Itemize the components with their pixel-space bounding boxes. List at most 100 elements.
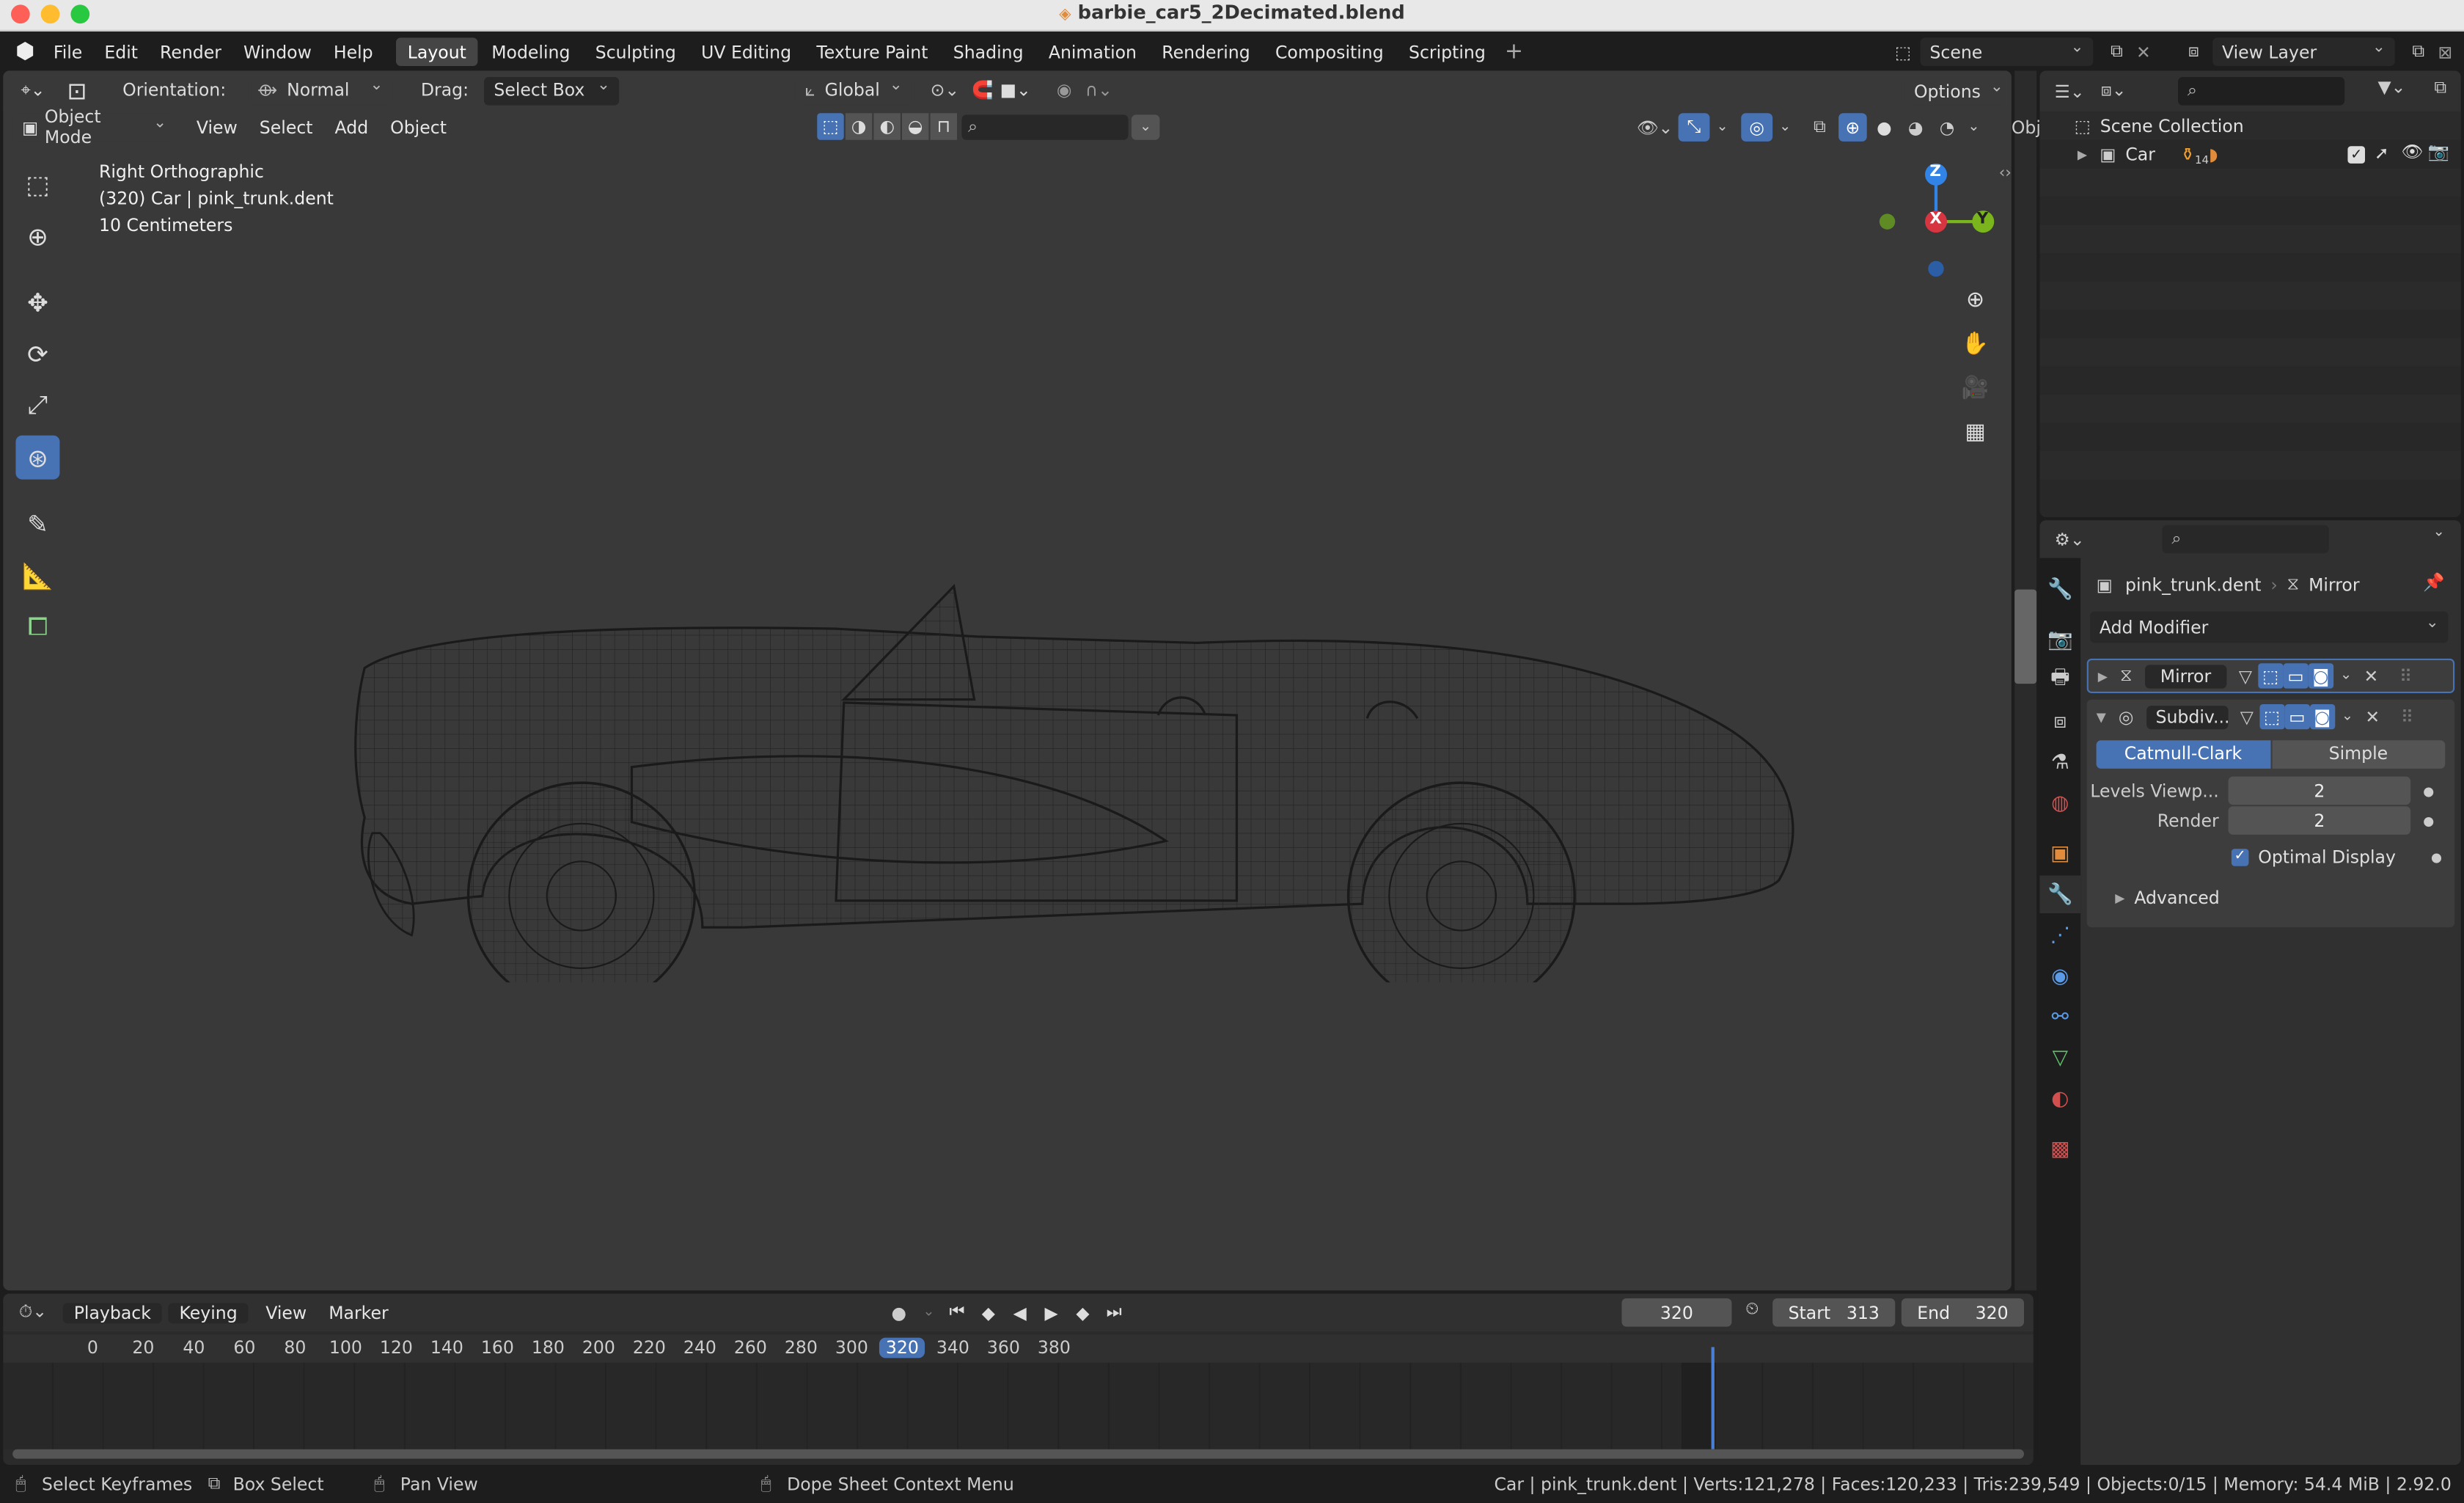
add-workspace-icon[interactable]: + xyxy=(1500,40,1528,65)
play-reverse-icon[interactable]: ◀ xyxy=(1005,1302,1034,1323)
frame-ruler[interactable]: 0 20 40 60 80 100 120 140 160 180 200 220 240 260 280 3… xyxy=(3,1334,2034,1363)
viewport-scroll-handle[interactable] xyxy=(2014,589,2037,684)
new-collection-icon[interactable]: ⧉ xyxy=(2427,77,2455,99)
rendered-shading-icon[interactable]: ◔ xyxy=(1933,113,1962,142)
drag-handle-icon[interactable]: ⠿ xyxy=(2393,663,2418,688)
transform-tool[interactable]: ⊛ xyxy=(15,435,60,480)
current-frame-indicator[interactable]: 320 xyxy=(879,1337,925,1358)
viewport-menu-object[interactable]: Object xyxy=(379,117,458,138)
rotate-tool[interactable]: ⟳ xyxy=(15,332,59,376)
tab-texture-paint[interactable]: Texture Paint xyxy=(805,37,939,66)
current-frame-field[interactable]: 320 xyxy=(1621,1298,1732,1327)
snap-target-icon[interactable]: ■⌄ xyxy=(997,80,1034,100)
properties-search-field[interactable]: ⌕ xyxy=(2162,524,2329,554)
edit-mode-toggle-icon[interactable]: ▽ xyxy=(2233,663,2258,688)
view-layer-selector[interactable]: ⧈ View Layer ⧉ ⊠ xyxy=(2175,37,2458,66)
remove-modifier-icon[interactable]: ✕ xyxy=(2360,704,2385,729)
jump-start-icon[interactable]: ⏮ xyxy=(943,1301,972,1323)
output-tab-icon[interactable]: 🖶 xyxy=(2042,662,2079,699)
tab-modeling[interactable]: Modeling xyxy=(480,37,581,66)
timeline-editor-icon[interactable]: ⏱⌄ xyxy=(10,1301,56,1323)
properties-options-icon[interactable]: ⌄ xyxy=(2427,525,2452,541)
ortho-grid-icon[interactable]: ▦ xyxy=(1957,414,1994,451)
object-tab-icon[interactable]: ▣ xyxy=(2042,835,2079,872)
world-tab-icon[interactable]: ◍ xyxy=(2042,784,2079,822)
area-divider[interactable]: Obj xyxy=(2012,70,2041,1291)
start-frame-field[interactable]: Start 313 xyxy=(1772,1298,1896,1327)
render-camera-icon[interactable]: 📷 xyxy=(2428,142,2449,162)
tab-shading[interactable]: Shading xyxy=(942,37,1035,66)
prev-keyframe-icon[interactable]: ◆ xyxy=(975,1302,1003,1323)
zoom-icon[interactable]: ⊕ xyxy=(1957,282,1994,319)
menu-file[interactable]: File xyxy=(43,42,93,62)
tab-compositing[interactable]: Compositing xyxy=(1264,37,1395,66)
add-cube-tool[interactable]: ⧠ xyxy=(15,605,59,649)
visibility-icon[interactable]: 👁⌄ xyxy=(1635,113,1676,142)
proportional-falloff-icon[interactable]: ∩⌄ xyxy=(1082,80,1116,100)
scene-tab-icon[interactable]: ⚗ xyxy=(2042,744,2079,781)
filter-dropdown-icon[interactable]: ⌄ xyxy=(1131,114,1160,140)
scene-selector[interactable]: ⬚ Scene ⧉ ✕ xyxy=(1885,37,2160,66)
cage-toggle-icon[interactable]: ⬚ xyxy=(2259,704,2285,730)
transform-orientation-dropdown[interactable]: ⟀ Global xyxy=(795,76,912,105)
menu-render[interactable]: Render xyxy=(149,42,232,62)
advanced-subpanel[interactable]: ▶ Advanced xyxy=(2087,883,2454,912)
select-subtract-icon[interactable]: ◐ xyxy=(873,113,901,140)
camera-view-icon[interactable]: 🎥 xyxy=(1957,370,1994,407)
keyframe-dot-icon[interactable]: ● xyxy=(2423,813,2434,827)
blender-logo-icon[interactable]: ⬢ xyxy=(8,40,43,65)
physics-tab-icon[interactable]: ◉ xyxy=(2042,957,2079,995)
cage-toggle-icon[interactable]: ⬚ xyxy=(2258,663,2284,689)
navigation-gizmo[interactable]: Z X Y xyxy=(1870,158,1995,284)
catmull-clark-button[interactable]: Catmull-Clark xyxy=(2096,740,2270,769)
proportional-editing-icon[interactable]: ◉ xyxy=(1047,80,1082,100)
viewport-search-field[interactable]: ⌕ xyxy=(961,114,1129,140)
timeline-menu-marker[interactable]: Marker xyxy=(318,1302,399,1323)
simple-button[interactable]: Simple xyxy=(2271,740,2446,769)
view-layer-tab-icon[interactable]: ⧈ xyxy=(2042,703,2079,740)
modifier-mirror[interactable]: ▶ ⧖ Mirror ▽ ⬚ ▭ ◙ ⌄ ✕ ⠿ xyxy=(2086,658,2455,693)
subdiv-header[interactable]: ▼ ◎ Subdiv... ▽ ⬚ ▭ ◙ ⌄ ✕ ⠿ xyxy=(2087,700,2454,734)
viewport-menu-add[interactable]: Add xyxy=(324,117,380,138)
expand-arrow-icon[interactable]: ▶ xyxy=(2078,147,2087,161)
viewport-toggle-icon[interactable]: ▭ xyxy=(2283,663,2309,689)
xray-toggle-icon[interactable]: ⧉ xyxy=(1804,113,1836,142)
properties-editor-icon[interactable]: ⚙⌄ xyxy=(2046,529,2093,549)
data-tab-icon[interactable]: ▽ xyxy=(2042,1039,2079,1076)
play-icon[interactable]: ▶ xyxy=(1037,1302,1066,1323)
end-frame-field[interactable]: End 320 xyxy=(1901,1298,2024,1327)
gizmo-toggle-icon[interactable]: ⤡ xyxy=(1678,113,1710,142)
timeline-scrollbar[interactable] xyxy=(12,1449,2025,1459)
pin-icon[interactable]: 📌 xyxy=(2423,572,2444,593)
tab-animation[interactable]: Animation xyxy=(1038,37,1148,66)
pivot-point-icon[interactable]: ⊙⌄ xyxy=(921,80,968,100)
subdiv-modifier-name[interactable]: Subdiv... xyxy=(2146,705,2229,729)
particles-tab-icon[interactable]: ⋰ xyxy=(2042,916,2079,954)
drag-handle-icon[interactable]: ⠿ xyxy=(2394,704,2419,729)
overlays-toggle-icon[interactable]: ◎ xyxy=(1741,113,1773,142)
tab-rendering[interactable]: Rendering xyxy=(1151,37,1261,66)
menu-window[interactable]: Window xyxy=(232,42,323,62)
measure-tool[interactable]: 📐 xyxy=(15,553,59,597)
delete-scene-icon[interactable]: ✕ xyxy=(2131,42,2156,62)
optimal-display-checkbox[interactable]: ✓ xyxy=(2231,848,2249,866)
tool-tab-icon[interactable]: 🔧 xyxy=(2042,571,2079,608)
outliner-editor-icon[interactable]: ☰⌄ xyxy=(2046,81,2093,101)
material-preview-icon[interactable]: ◕ xyxy=(1902,113,1930,142)
preview-range-icon[interactable]: ⏲ xyxy=(1738,1298,1767,1320)
material-tab-icon[interactable]: ◐ xyxy=(2042,1080,2079,1117)
select-intersect-icon[interactable]: ⊓ xyxy=(930,113,957,140)
3d-viewport[interactable]: ⌖⌄ ⊡ Orientation: ⟴ Normal Drag: Select B… xyxy=(3,70,2012,1291)
sidebar-toggle-icon[interactable]: ‹› xyxy=(1999,165,2012,183)
orientation-dropdown[interactable]: ⟴ Normal xyxy=(248,76,393,105)
viewport-menu-view[interactable]: View xyxy=(186,117,249,138)
scene-name-field[interactable]: Scene xyxy=(1920,37,2094,66)
tab-scripting[interactable]: Scripting xyxy=(1398,37,1497,66)
select-box-tool[interactable]: ⬚ xyxy=(15,162,59,206)
select-invert-icon[interactable]: ◒ xyxy=(902,113,929,140)
editor-type-icon[interactable]: ⌖⌄ xyxy=(10,79,56,101)
levels-viewport-field[interactable]: 2 xyxy=(2228,776,2411,805)
select-new-icon[interactable]: ⬚ xyxy=(817,113,844,140)
scale-tool[interactable]: ⤢ xyxy=(15,384,59,428)
timeline-menu-keying[interactable]: Keying xyxy=(168,1302,249,1323)
